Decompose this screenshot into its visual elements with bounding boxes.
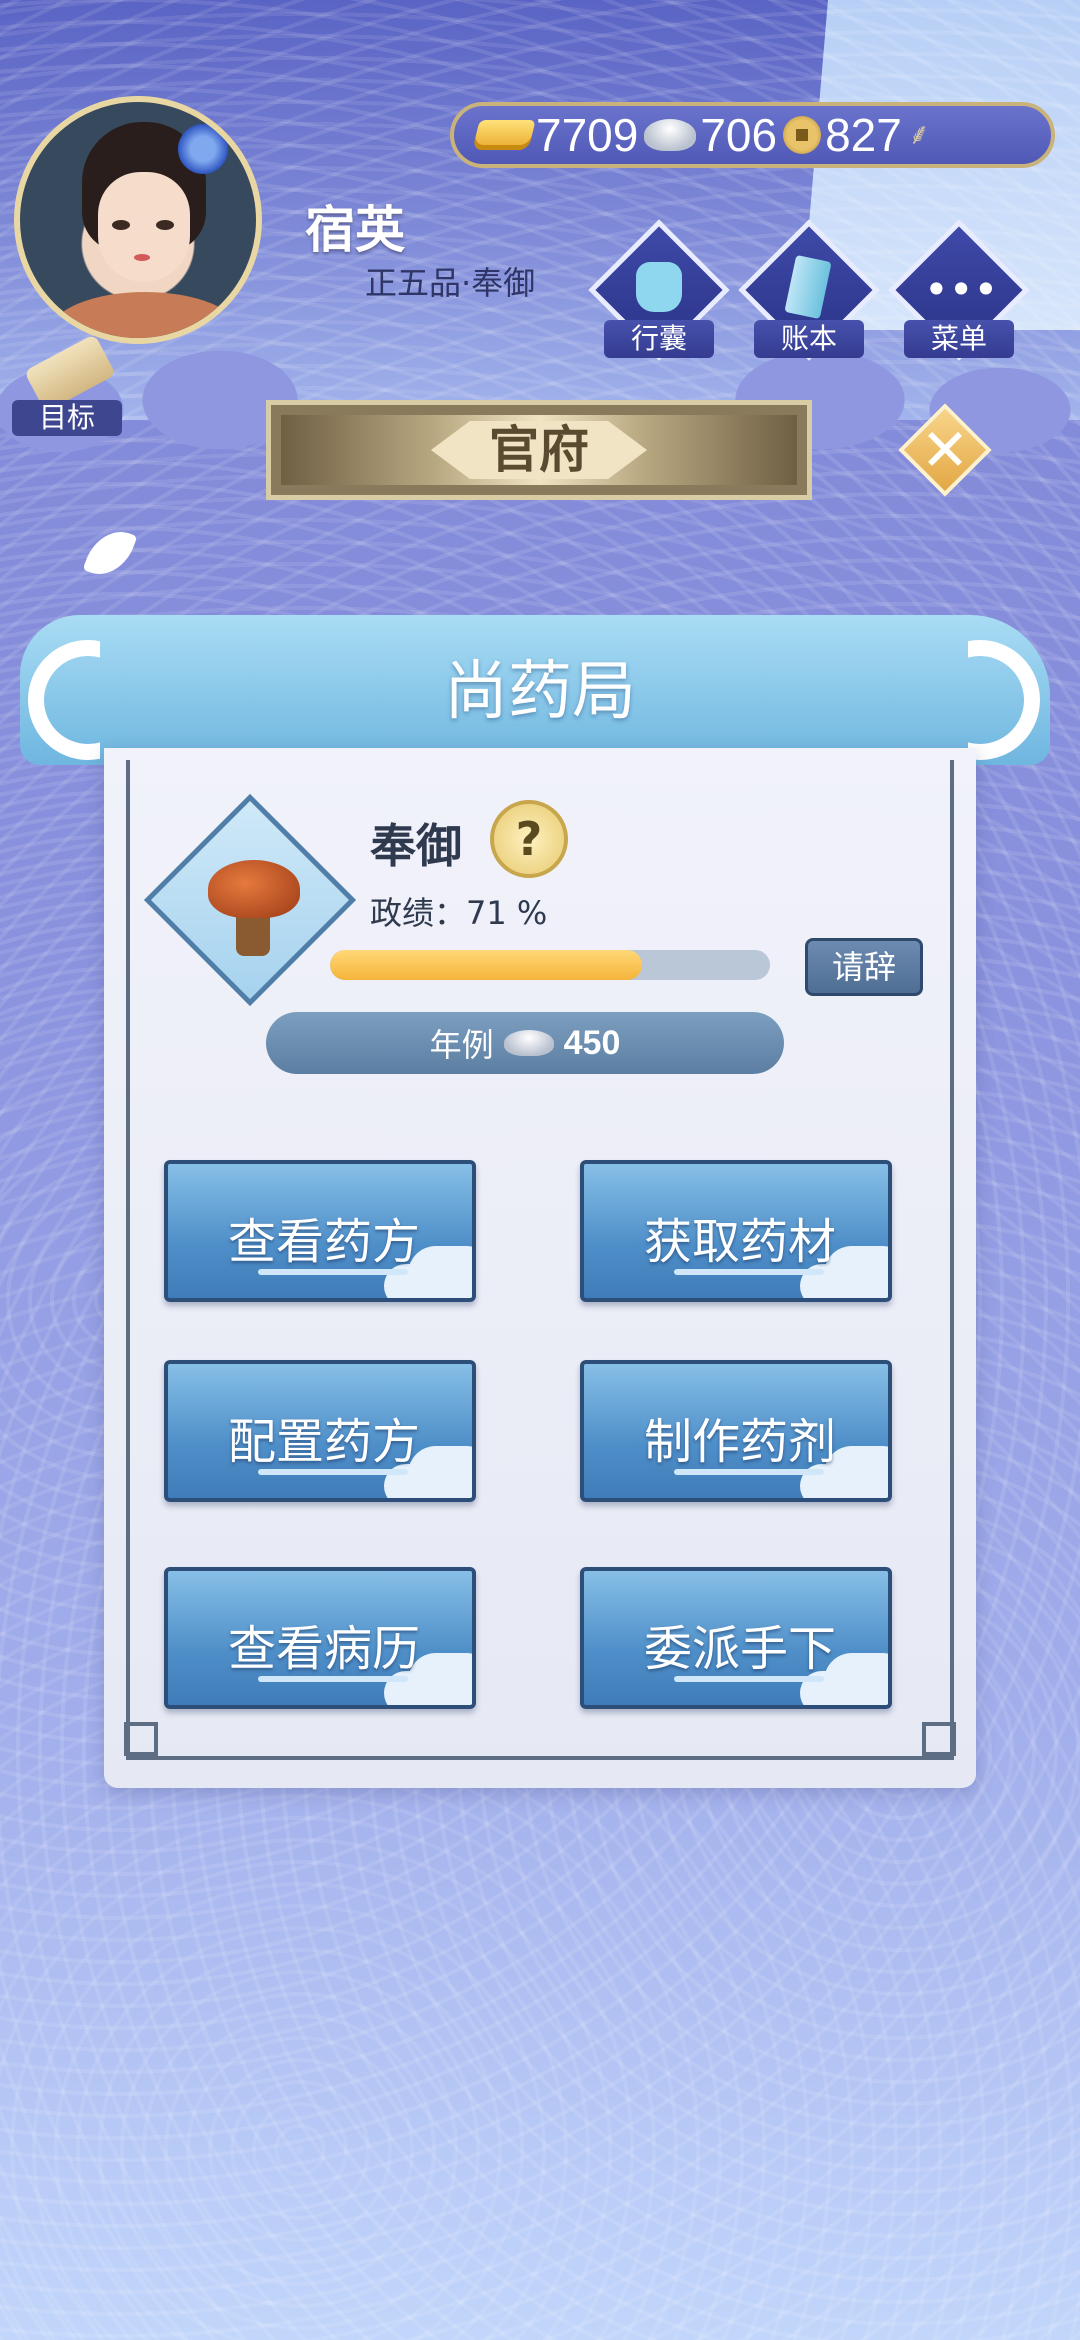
hair-flower-icon (178, 124, 228, 174)
gold-amount: 7709 (536, 109, 639, 161)
bamboo-decoration-icon: ⸙ (907, 117, 931, 152)
player-avatar[interactable] (14, 96, 262, 344)
ledger-button[interactable]: 账本 (734, 219, 884, 362)
avatar-eye (112, 220, 130, 230)
copper-coin-icon (783, 116, 822, 154)
menu-label: 菜单 (904, 320, 1014, 358)
coin-currency: 827 (783, 108, 902, 162)
bag-icon (636, 262, 682, 312)
close-button[interactable]: ✕ (898, 403, 992, 497)
salary-value: 450 (563, 1023, 621, 1062)
configure-prescription-button[interactable]: 配置药方 (164, 1360, 476, 1502)
menu-dots-icon: ••• (924, 265, 999, 314)
post-name: 奉御 (370, 819, 462, 873)
bag-button[interactable]: 行囊 (584, 219, 734, 362)
gold-ingot-icon (472, 120, 536, 150)
player-name: 宿英 (305, 201, 405, 259)
button-label: 委派手下 (643, 1621, 836, 1677)
currency-bar: 7709 706 827 ⸙ (450, 102, 1055, 168)
view-prescription-button[interactable]: 查看药方 (164, 1160, 476, 1302)
view-medical-records-button[interactable]: 查看病历 (164, 1567, 476, 1709)
help-button[interactable]: ? (490, 800, 568, 878)
title-banner: 官府 (266, 400, 812, 500)
player-rank: 正五品·奉御 (365, 264, 536, 302)
post-item-icon (143, 793, 357, 1007)
frame-corner (922, 1722, 956, 1756)
button-label: 配置药方 (227, 1414, 420, 1470)
button-label: 查看病历 (227, 1621, 420, 1677)
lingzhi-mushroom-icon (208, 860, 300, 918)
silver-ingot-icon (503, 1030, 554, 1056)
bag-label: 行囊 (604, 320, 714, 358)
make-medicine-button[interactable]: 制作药剂 (580, 1360, 892, 1502)
button-label: 获取药材 (643, 1214, 836, 1270)
goal-button[interactable]: 目标 (12, 333, 122, 440)
resign-button[interactable]: 请辞 (805, 938, 923, 996)
assign-subordinates-button[interactable]: 委派手下 (580, 1567, 892, 1709)
coin-amount: 827 (825, 109, 902, 161)
silver-ingot-icon (644, 119, 697, 151)
avatar-robe (50, 292, 240, 338)
avatar-eye (156, 220, 174, 230)
merit-progress-fill (330, 950, 643, 980)
get-herbs-button[interactable]: 获取药材 (580, 1160, 892, 1302)
banner-title: 官府 (431, 421, 647, 479)
silver-currency: 706 (644, 108, 777, 162)
salary-label: 年例 (429, 1026, 494, 1064)
banner-inner: 官府 (281, 415, 797, 485)
close-icon: ✕ (920, 416, 970, 484)
avatar-lip (134, 254, 150, 261)
frame-corner (124, 1722, 158, 1756)
goal-label: 目标 (12, 400, 122, 436)
office-title: 尚药局 (444, 655, 636, 729)
salary-bar: 年例 450 (266, 1012, 784, 1074)
butterfly-icon (70, 528, 140, 584)
ledger-label: 账本 (754, 320, 864, 358)
gold-currency: 7709 (472, 108, 639, 162)
button-label: 查看药方 (227, 1214, 420, 1270)
silver-amount: 706 (700, 109, 778, 161)
menu-button[interactable]: ••• 菜单 (884, 219, 1034, 362)
merit-label: 政绩：71 % (370, 894, 548, 932)
button-label: 制作药剂 (643, 1414, 836, 1470)
merit-progress-bar (330, 950, 770, 980)
